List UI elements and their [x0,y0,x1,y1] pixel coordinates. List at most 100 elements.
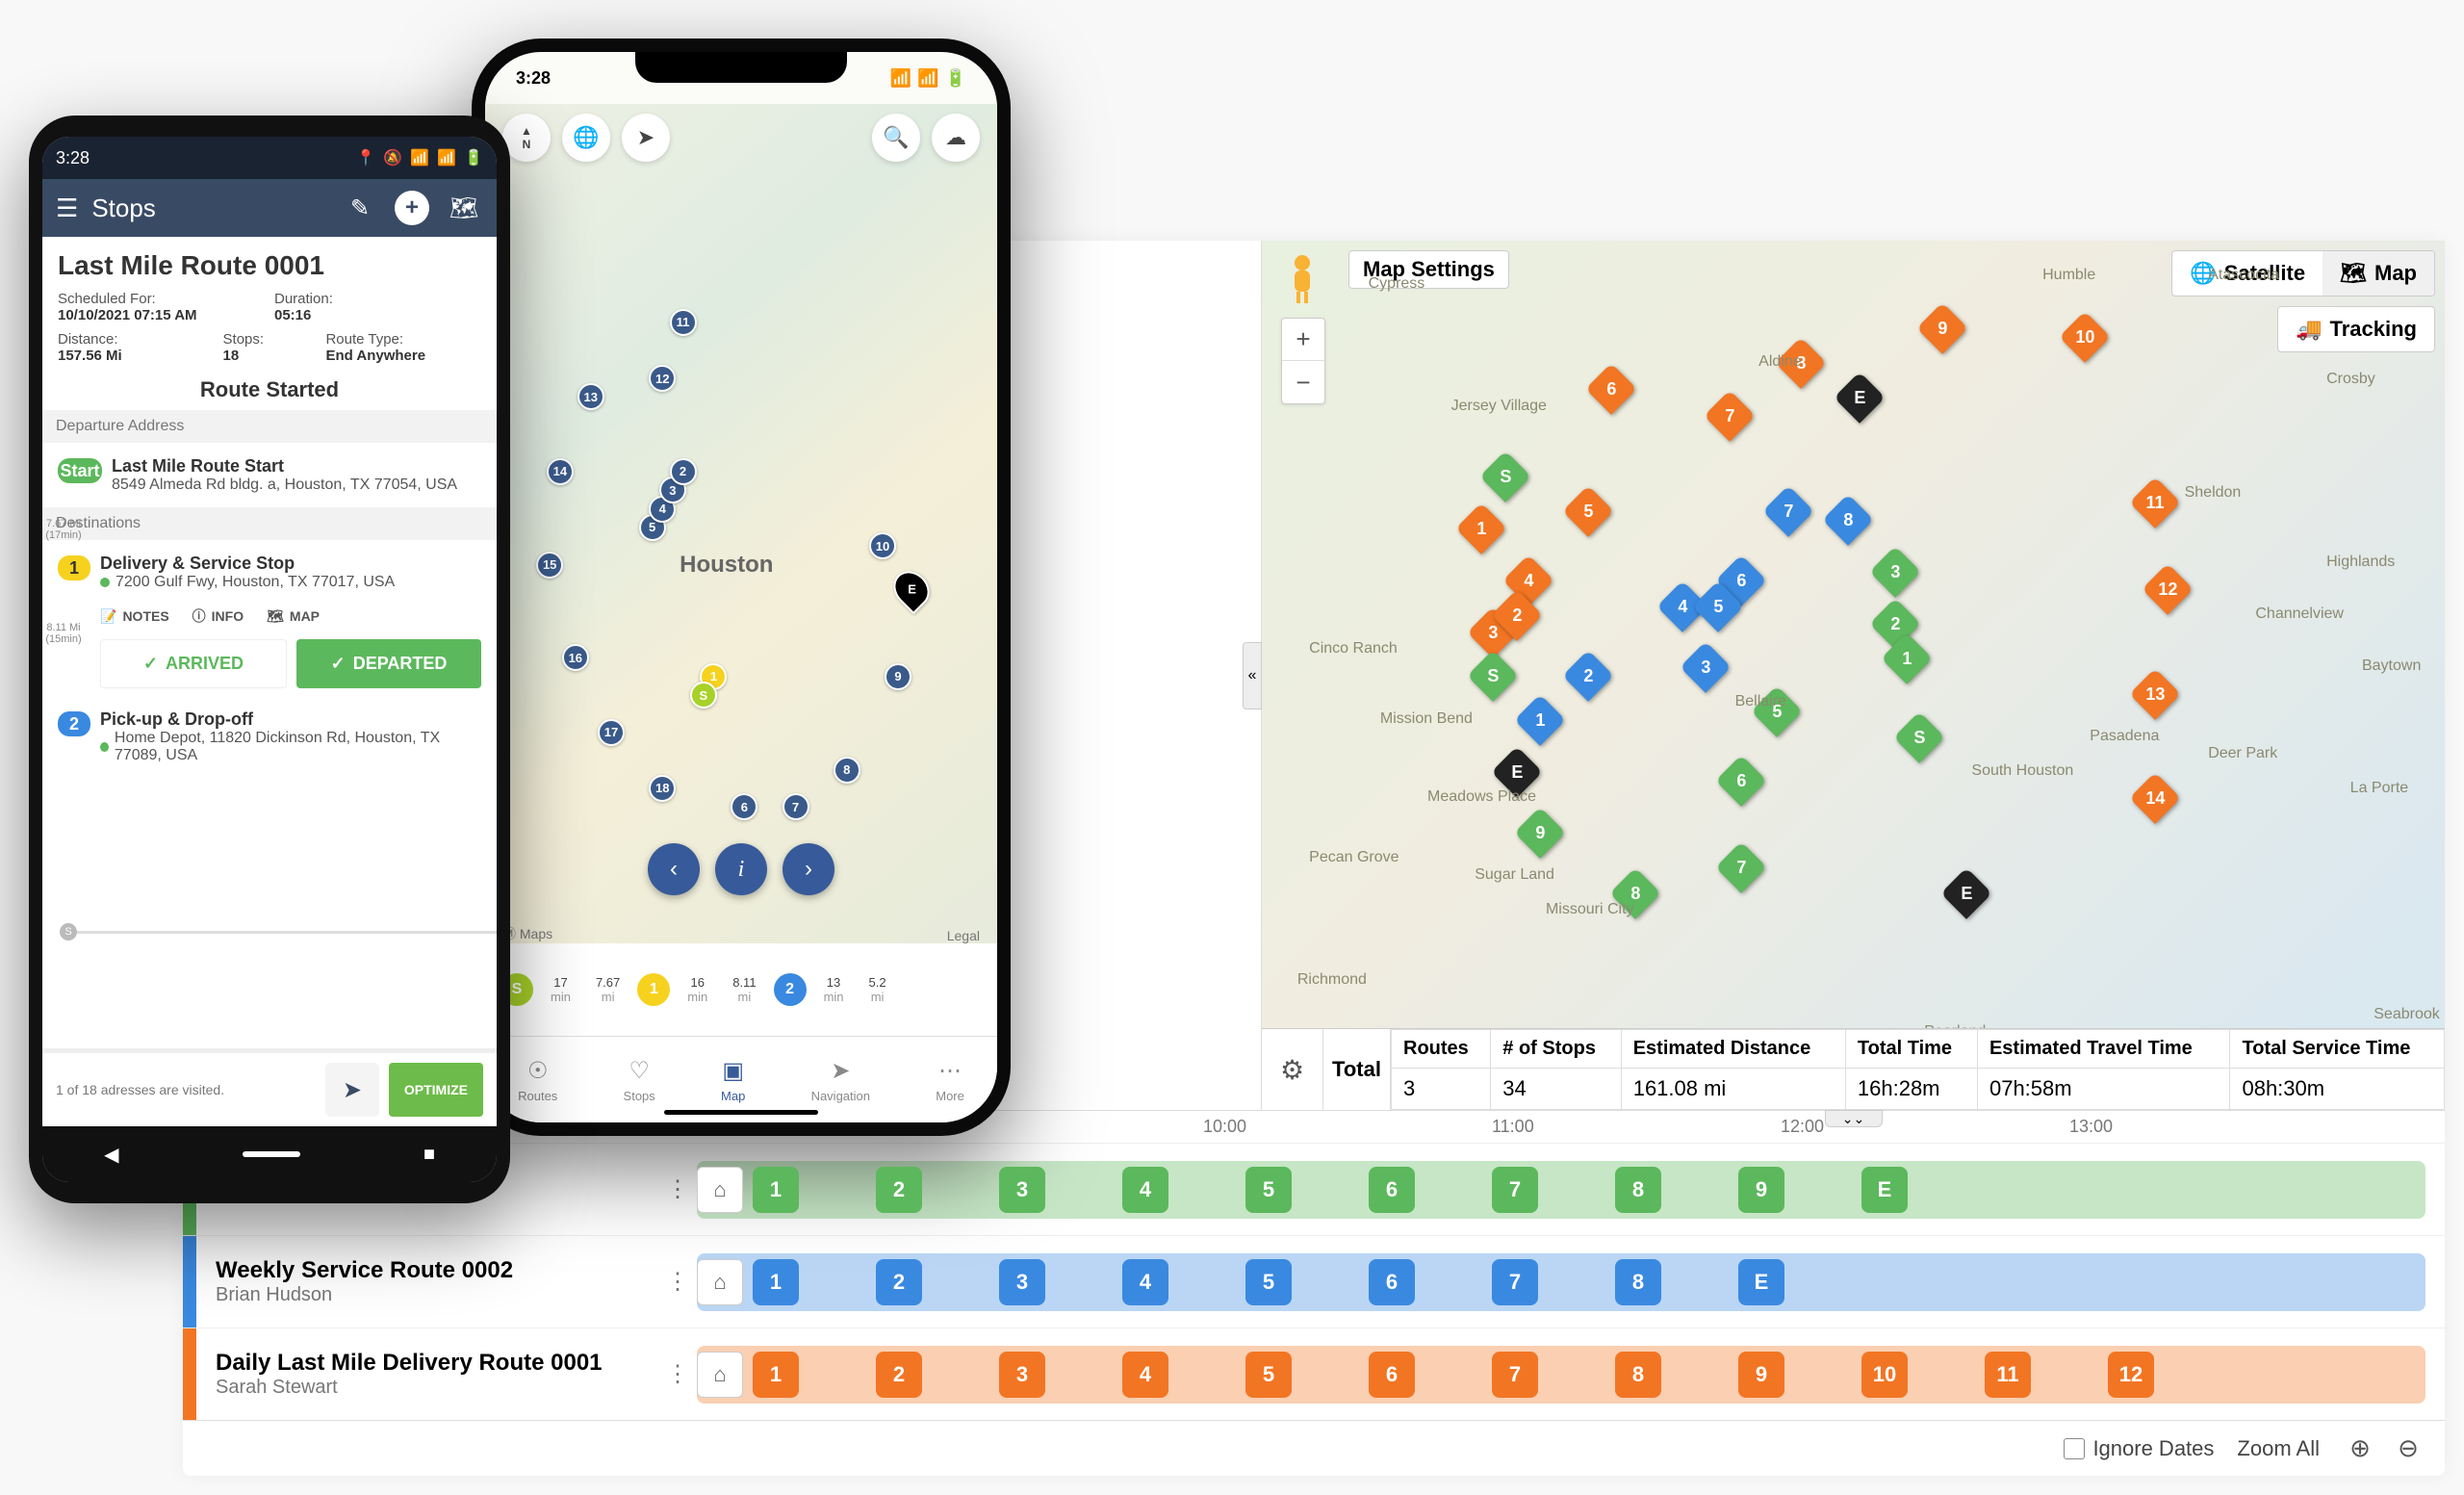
prev-stop-button[interactable]: ‹ [648,843,700,895]
map-marker[interactable]: 10 [2059,311,2111,363]
timeline-stop-chip[interactable]: 8 [1615,1352,1661,1398]
stop-2[interactable]: 2 Pick-up & Drop-offHome Depot, 11820 Di… [58,702,481,772]
navigate-button[interactable]: ➤ [325,1063,379,1117]
ios-route-map[interactable]: ▲N 🌐 ➤ 🔍 ☁ Houston 111213141516171867891… [485,104,997,1036]
map-toggle-button[interactable]: 🗺 [445,189,483,227]
timeline-stop-chip[interactable]: 6 [1369,1259,1415,1305]
map-marker[interactable]: 5 [1562,485,1614,537]
map-marker[interactable]: 7 [1763,485,1815,537]
timeline-stop-chip[interactable]: 7 [1492,1167,1538,1213]
timeline-stop-chip[interactable]: 3 [999,1259,1045,1305]
ios-map-marker[interactable]: E [886,564,936,614]
ios-map-marker[interactable]: S [690,682,717,709]
ios-map-marker[interactable]: 18 [649,775,676,802]
recents-button[interactable]: ■ [424,1144,435,1166]
map-marker[interactable]: 7 [1704,390,1756,442]
timeline-stop-chip[interactable]: 1 [753,1352,799,1398]
route-progress-bar[interactable]: S [42,923,497,941]
row-menu-button[interactable]: ⋮ [658,1175,697,1203]
departed-button[interactable]: ✓DEPARTED [296,639,481,688]
arrived-button[interactable]: ✓ARRIVED [100,639,287,688]
menu-button[interactable]: ☰ [56,193,78,223]
timeline-stop-chip[interactable]: 6 [1369,1167,1415,1213]
timeline-stop-chip[interactable]: 6 [1369,1352,1415,1398]
ios-map-marker[interactable]: 17 [598,719,625,746]
map-marker[interactable]: 2 [1562,651,1614,703]
ios-map-marker[interactable]: 13 [578,383,604,410]
ios-map-marker[interactable]: 10 [869,532,896,559]
edit-button[interactable]: ✎ [341,189,379,227]
map-marker[interactable]: 6 [1715,755,1767,807]
tab-map[interactable]: ▣Map [721,1057,745,1103]
row-menu-button[interactable]: ⋮ [658,1268,697,1296]
collapse-sidebar-handle[interactable]: « [1243,642,1262,709]
ios-map-marker[interactable]: 9 [885,663,911,690]
ios-map-marker[interactable]: 14 [547,458,574,485]
back-button[interactable]: ◀ [104,1143,118,1167]
ios-map-marker[interactable]: 8 [834,757,860,784]
ios-map-marker[interactable]: 2 [670,458,697,485]
map-marker[interactable]: 6 [1585,364,1637,416]
ios-map-marker[interactable]: 6 [731,793,757,820]
map-marker[interactable]: 3 [1681,642,1732,694]
timeline-stop-chip[interactable]: 1 [753,1167,799,1213]
map-marker[interactable]: S [1893,711,1945,763]
timeline-stop-chip[interactable]: 9 [1738,1167,1784,1213]
stop-strip[interactable]: S17min7.67mi116min8.11mi213min5.2mi [485,943,997,1036]
timeline-stop-chip[interactable]: 3 [999,1167,1045,1213]
map-marker[interactable]: 11 [2130,477,2182,528]
notes-button[interactable]: 📝NOTES [100,606,169,626]
route-home-chip[interactable]: ⌂ [697,1167,743,1213]
zoom-all-button[interactable]: Zoom All [2227,1436,2329,1461]
stop-1[interactable]: 1 Delivery & Service Stop7200 Gulf Fwy, … [58,546,481,599]
next-stop-button[interactable]: › [783,843,834,895]
optimize-button[interactable]: OPTIMIZE [389,1063,483,1117]
add-button[interactable]: + [393,189,431,227]
timeline-stop-chip[interactable]: 1 [753,1259,799,1305]
timeline-stop-chip[interactable]: 9 [1738,1352,1784,1398]
map-marker[interactable]: 13 [2130,668,2182,720]
route-home-chip[interactable]: ⌂ [697,1259,743,1305]
route-home-chip[interactable]: ⌂ [697,1352,743,1398]
tab-navigation[interactable]: ➤Navigation [811,1057,870,1103]
timeline-stop-chip[interactable]: 5 [1245,1352,1292,1398]
map-marker[interactable]: 7 [1715,841,1767,893]
ios-map-marker[interactable]: 15 [536,552,563,579]
map-marker[interactable]: 12 [2142,563,2194,615]
main-map[interactable]: « + − Map Settings 🌐Satellite 🗺Map 🚚Trac… [1261,241,2445,1110]
timeline-stop-chip[interactable]: 8 [1615,1259,1661,1305]
timeline-zoom-in[interactable]: ⊕ [2343,1431,2377,1466]
timeline-stop-chip[interactable]: 12 [2108,1352,2154,1398]
stop-info-button[interactable]: i [715,843,767,895]
timeline-stop-chip[interactable]: 3 [999,1352,1045,1398]
map-marker[interactable]: 1 [1515,694,1567,746]
tab-routes[interactable]: ☉Routes [518,1057,557,1103]
timeline-stop-chip[interactable]: 7 [1492,1352,1538,1398]
map-legal-link[interactable]: Legal [947,928,980,943]
route-name[interactable]: Weekly Service Route 0002 [216,1257,639,1284]
map-marker[interactable]: 9 [1515,807,1567,859]
map-marker[interactable]: S [1479,451,1531,503]
info-button[interactable]: ⓘINFO [192,606,244,626]
ignore-dates-checkbox[interactable]: Ignore Dates [2064,1436,2214,1461]
map-marker[interactable]: E [1940,867,1992,919]
row-menu-button[interactable]: ⋮ [658,1360,697,1388]
route-name[interactable]: Daily Last Mile Delivery Route 0001 [216,1350,639,1377]
timeline-stop-chip[interactable]: 4 [1122,1352,1168,1398]
tab-stops[interactable]: ♡Stops [624,1057,655,1103]
timeline-stop-chip[interactable]: 4 [1122,1167,1168,1213]
timeline-stop-chip[interactable]: 10 [1861,1352,1908,1398]
timeline-stop-chip[interactable]: 7 [1492,1259,1538,1305]
map-marker[interactable]: 14 [2130,772,2182,824]
map-marker[interactable]: S [1467,651,1519,703]
timeline-zoom-out[interactable]: ⊖ [2391,1431,2426,1466]
map-button[interactable]: 🗺MAP [267,606,320,626]
timeline-stop-chip[interactable]: 2 [876,1167,922,1213]
ios-map-marker[interactable]: 11 [670,309,697,336]
timeline-stop-chip[interactable]: 2 [876,1259,922,1305]
strip-stop-badge[interactable]: 2 [774,973,807,1006]
timeline-stop-chip[interactable]: E [1738,1259,1784,1305]
summary-collapse-handle[interactable]: ⌄⌄ [1825,1110,1883,1127]
tab-more[interactable]: ⋯More [936,1057,964,1103]
timeline-stop-chip[interactable]: 5 [1245,1167,1292,1213]
